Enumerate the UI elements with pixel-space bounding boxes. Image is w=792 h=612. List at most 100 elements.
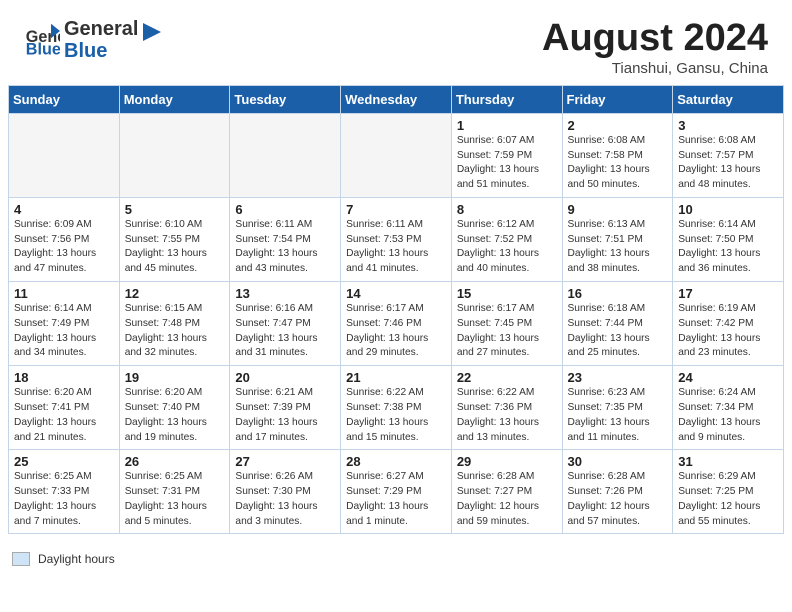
day-number: 13: [235, 286, 335, 301]
day-number: 18: [14, 370, 114, 385]
day-info: Sunrise: 6:08 AM Sunset: 7:58 PM Dayligh…: [568, 135, 650, 190]
day-number: 5: [125, 202, 225, 217]
calendar-wrap: SundayMondayTuesdayWednesdayThursdayFrid…: [0, 85, 792, 551]
day-number: 25: [14, 454, 114, 469]
location: Tianshui, Gansu, China: [542, 60, 768, 77]
daylight-legend-label: Daylight hours: [38, 552, 115, 566]
day-info: Sunrise: 6:19 AM Sunset: 7:42 PM Dayligh…: [678, 303, 760, 358]
day-info: Sunrise: 6:21 AM Sunset: 7:39 PM Dayligh…: [235, 387, 317, 442]
day-number: 26: [125, 454, 225, 469]
calendar-week-row: 18 Sunrise: 6:20 AM Sunset: 7:41 PM Dayli…: [9, 366, 784, 450]
calendar-day-cell: 25 Sunrise: 6:25 AM Sunset: 7:33 PM Dayli…: [9, 450, 120, 534]
calendar-day-cell: 31 Sunrise: 6:29 AM Sunset: 7:25 PM Dayli…: [673, 450, 784, 534]
day-info: Sunrise: 6:24 AM Sunset: 7:34 PM Dayligh…: [678, 387, 760, 442]
day-info: Sunrise: 6:11 AM Sunset: 7:53 PM Dayligh…: [346, 219, 428, 274]
calendar-day-cell: 8 Sunrise: 6:12 AM Sunset: 7:52 PM Daylig…: [451, 197, 562, 281]
day-info: Sunrise: 6:26 AM Sunset: 7:30 PM Dayligh…: [235, 471, 317, 526]
calendar-day-cell: 13 Sunrise: 6:16 AM Sunset: 7:47 PM Dayli…: [230, 282, 341, 366]
day-info: Sunrise: 6:25 AM Sunset: 7:31 PM Dayligh…: [125, 471, 207, 526]
day-info: Sunrise: 6:15 AM Sunset: 7:48 PM Dayligh…: [125, 303, 207, 358]
day-number: 21: [346, 370, 446, 385]
calendar-day-cell: 29Sunrise: 6:28 AM Sunset: 7:27 PM Dayli…: [451, 450, 562, 534]
day-number: 7: [346, 202, 446, 217]
calendar-day-cell: 28 Sunrise: 6:27 AM Sunset: 7:29 PM Dayli…: [341, 450, 452, 534]
calendar-day-cell: 5 Sunrise: 6:10 AM Sunset: 7:55 PM Daylig…: [119, 197, 230, 281]
calendar-day-cell: 4Sunrise: 6:09 AM Sunset: 7:56 PM Daylig…: [9, 197, 120, 281]
calendar-day-cell: 23Sunrise: 6:23 AM Sunset: 7:35 PM Dayli…: [562, 366, 673, 450]
day-number: 22: [457, 370, 557, 385]
logo: General Blue General Blue: [24, 18, 163, 62]
day-number: 6: [235, 202, 335, 217]
day-number: 20: [235, 370, 335, 385]
calendar-week-row: 1Sunrise: 6:07 AM Sunset: 7:59 PM Daylig…: [9, 113, 784, 197]
day-info: Sunrise: 6:10 AM Sunset: 7:55 PM Dayligh…: [125, 219, 207, 274]
calendar-day-cell: 6Sunrise: 6:11 AM Sunset: 7:54 PM Daylig…: [230, 197, 341, 281]
day-number: 17: [678, 286, 778, 301]
calendar-day-cell: 16Sunrise: 6:18 AM Sunset: 7:44 PM Dayli…: [562, 282, 673, 366]
calendar-day-header: Saturday: [673, 85, 784, 113]
day-info: Sunrise: 6:12 AM Sunset: 7:52 PM Dayligh…: [457, 219, 539, 274]
calendar-day-cell: 27 Sunrise: 6:26 AM Sunset: 7:30 PM Dayli…: [230, 450, 341, 534]
calendar-day-header: Tuesday: [230, 85, 341, 113]
day-info: Sunrise: 6:08 AM Sunset: 7:57 PM Dayligh…: [678, 135, 760, 190]
calendar-day-cell: 3Sunrise: 6:08 AM Sunset: 7:57 PM Daylig…: [673, 113, 784, 197]
calendar-day-cell: 30Sunrise: 6:28 AM Sunset: 7:26 PM Dayli…: [562, 450, 673, 534]
day-info: Sunrise: 6:25 AM Sunset: 7:33 PM Dayligh…: [14, 471, 96, 526]
day-info: Sunrise: 6:13 AM Sunset: 7:51 PM Dayligh…: [568, 219, 650, 274]
day-number: 15: [457, 286, 557, 301]
logo-icon: General Blue: [24, 22, 60, 58]
day-info: Sunrise: 6:17 AM Sunset: 7:45 PM Dayligh…: [457, 303, 539, 358]
calendar-header-row: SundayMondayTuesdayWednesdayThursdayFrid…: [9, 85, 784, 113]
day-info: Sunrise: 6:17 AM Sunset: 7:46 PM Dayligh…: [346, 303, 428, 358]
calendar-day-cell: [230, 113, 341, 197]
day-info: Sunrise: 6:22 AM Sunset: 7:38 PM Dayligh…: [346, 387, 428, 442]
calendar-day-cell: 1Sunrise: 6:07 AM Sunset: 7:59 PM Daylig…: [451, 113, 562, 197]
calendar-day-cell: [119, 113, 230, 197]
day-number: 10: [678, 202, 778, 217]
day-number: 19: [125, 370, 225, 385]
calendar-day-cell: 2 Sunrise: 6:08 AM Sunset: 7:58 PM Daylig…: [562, 113, 673, 197]
calendar-day-header: Wednesday: [341, 85, 452, 113]
calendar-footer: Daylight hours: [0, 550, 792, 572]
day-info: Sunrise: 6:20 AM Sunset: 7:40 PM Dayligh…: [125, 387, 207, 442]
calendar-day-cell: 18 Sunrise: 6:20 AM Sunset: 7:41 PM Dayli…: [9, 366, 120, 450]
day-info: Sunrise: 6:07 AM Sunset: 7:59 PM Dayligh…: [457, 135, 539, 190]
calendar-day-cell: 7 Sunrise: 6:11 AM Sunset: 7:53 PM Daylig…: [341, 197, 452, 281]
day-number: 27: [235, 454, 335, 469]
calendar-week-row: 25 Sunrise: 6:25 AM Sunset: 7:33 PM Dayli…: [9, 450, 784, 534]
calendar-day-cell: 19 Sunrise: 6:20 AM Sunset: 7:40 PM Dayli…: [119, 366, 230, 450]
day-number: 8: [457, 202, 557, 217]
day-info: Sunrise: 6:29 AM Sunset: 7:25 PM Dayligh…: [678, 471, 760, 526]
logo-flag-icon: [141, 19, 163, 57]
day-info: Sunrise: 6:14 AM Sunset: 7:49 PM Dayligh…: [14, 303, 96, 358]
calendar-table: SundayMondayTuesdayWednesdayThursdayFrid…: [8, 85, 784, 535]
day-number: 4: [14, 202, 114, 217]
day-number: 11: [14, 286, 114, 301]
day-number: 2: [568, 118, 668, 133]
calendar-week-row: 11 Sunrise: 6:14 AM Sunset: 7:49 PM Dayli…: [9, 282, 784, 366]
day-number: 12: [125, 286, 225, 301]
day-info: Sunrise: 6:16 AM Sunset: 7:47 PM Dayligh…: [235, 303, 317, 358]
calendar-day-cell: 21 Sunrise: 6:22 AM Sunset: 7:38 PM Dayli…: [341, 366, 452, 450]
calendar-day-header: Monday: [119, 85, 230, 113]
day-info: Sunrise: 6:28 AM Sunset: 7:27 PM Dayligh…: [457, 471, 539, 526]
day-info: Sunrise: 6:27 AM Sunset: 7:29 PM Dayligh…: [346, 471, 428, 526]
day-number: 24: [678, 370, 778, 385]
day-info: Sunrise: 6:20 AM Sunset: 7:41 PM Dayligh…: [14, 387, 96, 442]
day-number: 28: [346, 454, 446, 469]
day-info: Sunrise: 6:18 AM Sunset: 7:44 PM Dayligh…: [568, 303, 650, 358]
calendar-day-cell: 9Sunrise: 6:13 AM Sunset: 7:51 PM Daylig…: [562, 197, 673, 281]
day-info: Sunrise: 6:23 AM Sunset: 7:35 PM Dayligh…: [568, 387, 650, 442]
day-info: Sunrise: 6:28 AM Sunset: 7:26 PM Dayligh…: [568, 471, 650, 526]
calendar-day-header: Friday: [562, 85, 673, 113]
logo-blue-text: Blue: [64, 40, 138, 62]
calendar-day-cell: 17 Sunrise: 6:19 AM Sunset: 7:42 PM Dayli…: [673, 282, 784, 366]
calendar-day-cell: 22 Sunrise: 6:22 AM Sunset: 7:36 PM Dayli…: [451, 366, 562, 450]
calendar-day-header: Thursday: [451, 85, 562, 113]
svg-text:Blue: Blue: [26, 40, 60, 58]
day-info: Sunrise: 6:22 AM Sunset: 7:36 PM Dayligh…: [457, 387, 539, 442]
calendar-week-row: 4Sunrise: 6:09 AM Sunset: 7:56 PM Daylig…: [9, 197, 784, 281]
calendar-day-header: Sunday: [9, 85, 120, 113]
day-number: 31: [678, 454, 778, 469]
calendar-day-cell: 14Sunrise: 6:17 AM Sunset: 7:46 PM Dayli…: [341, 282, 452, 366]
